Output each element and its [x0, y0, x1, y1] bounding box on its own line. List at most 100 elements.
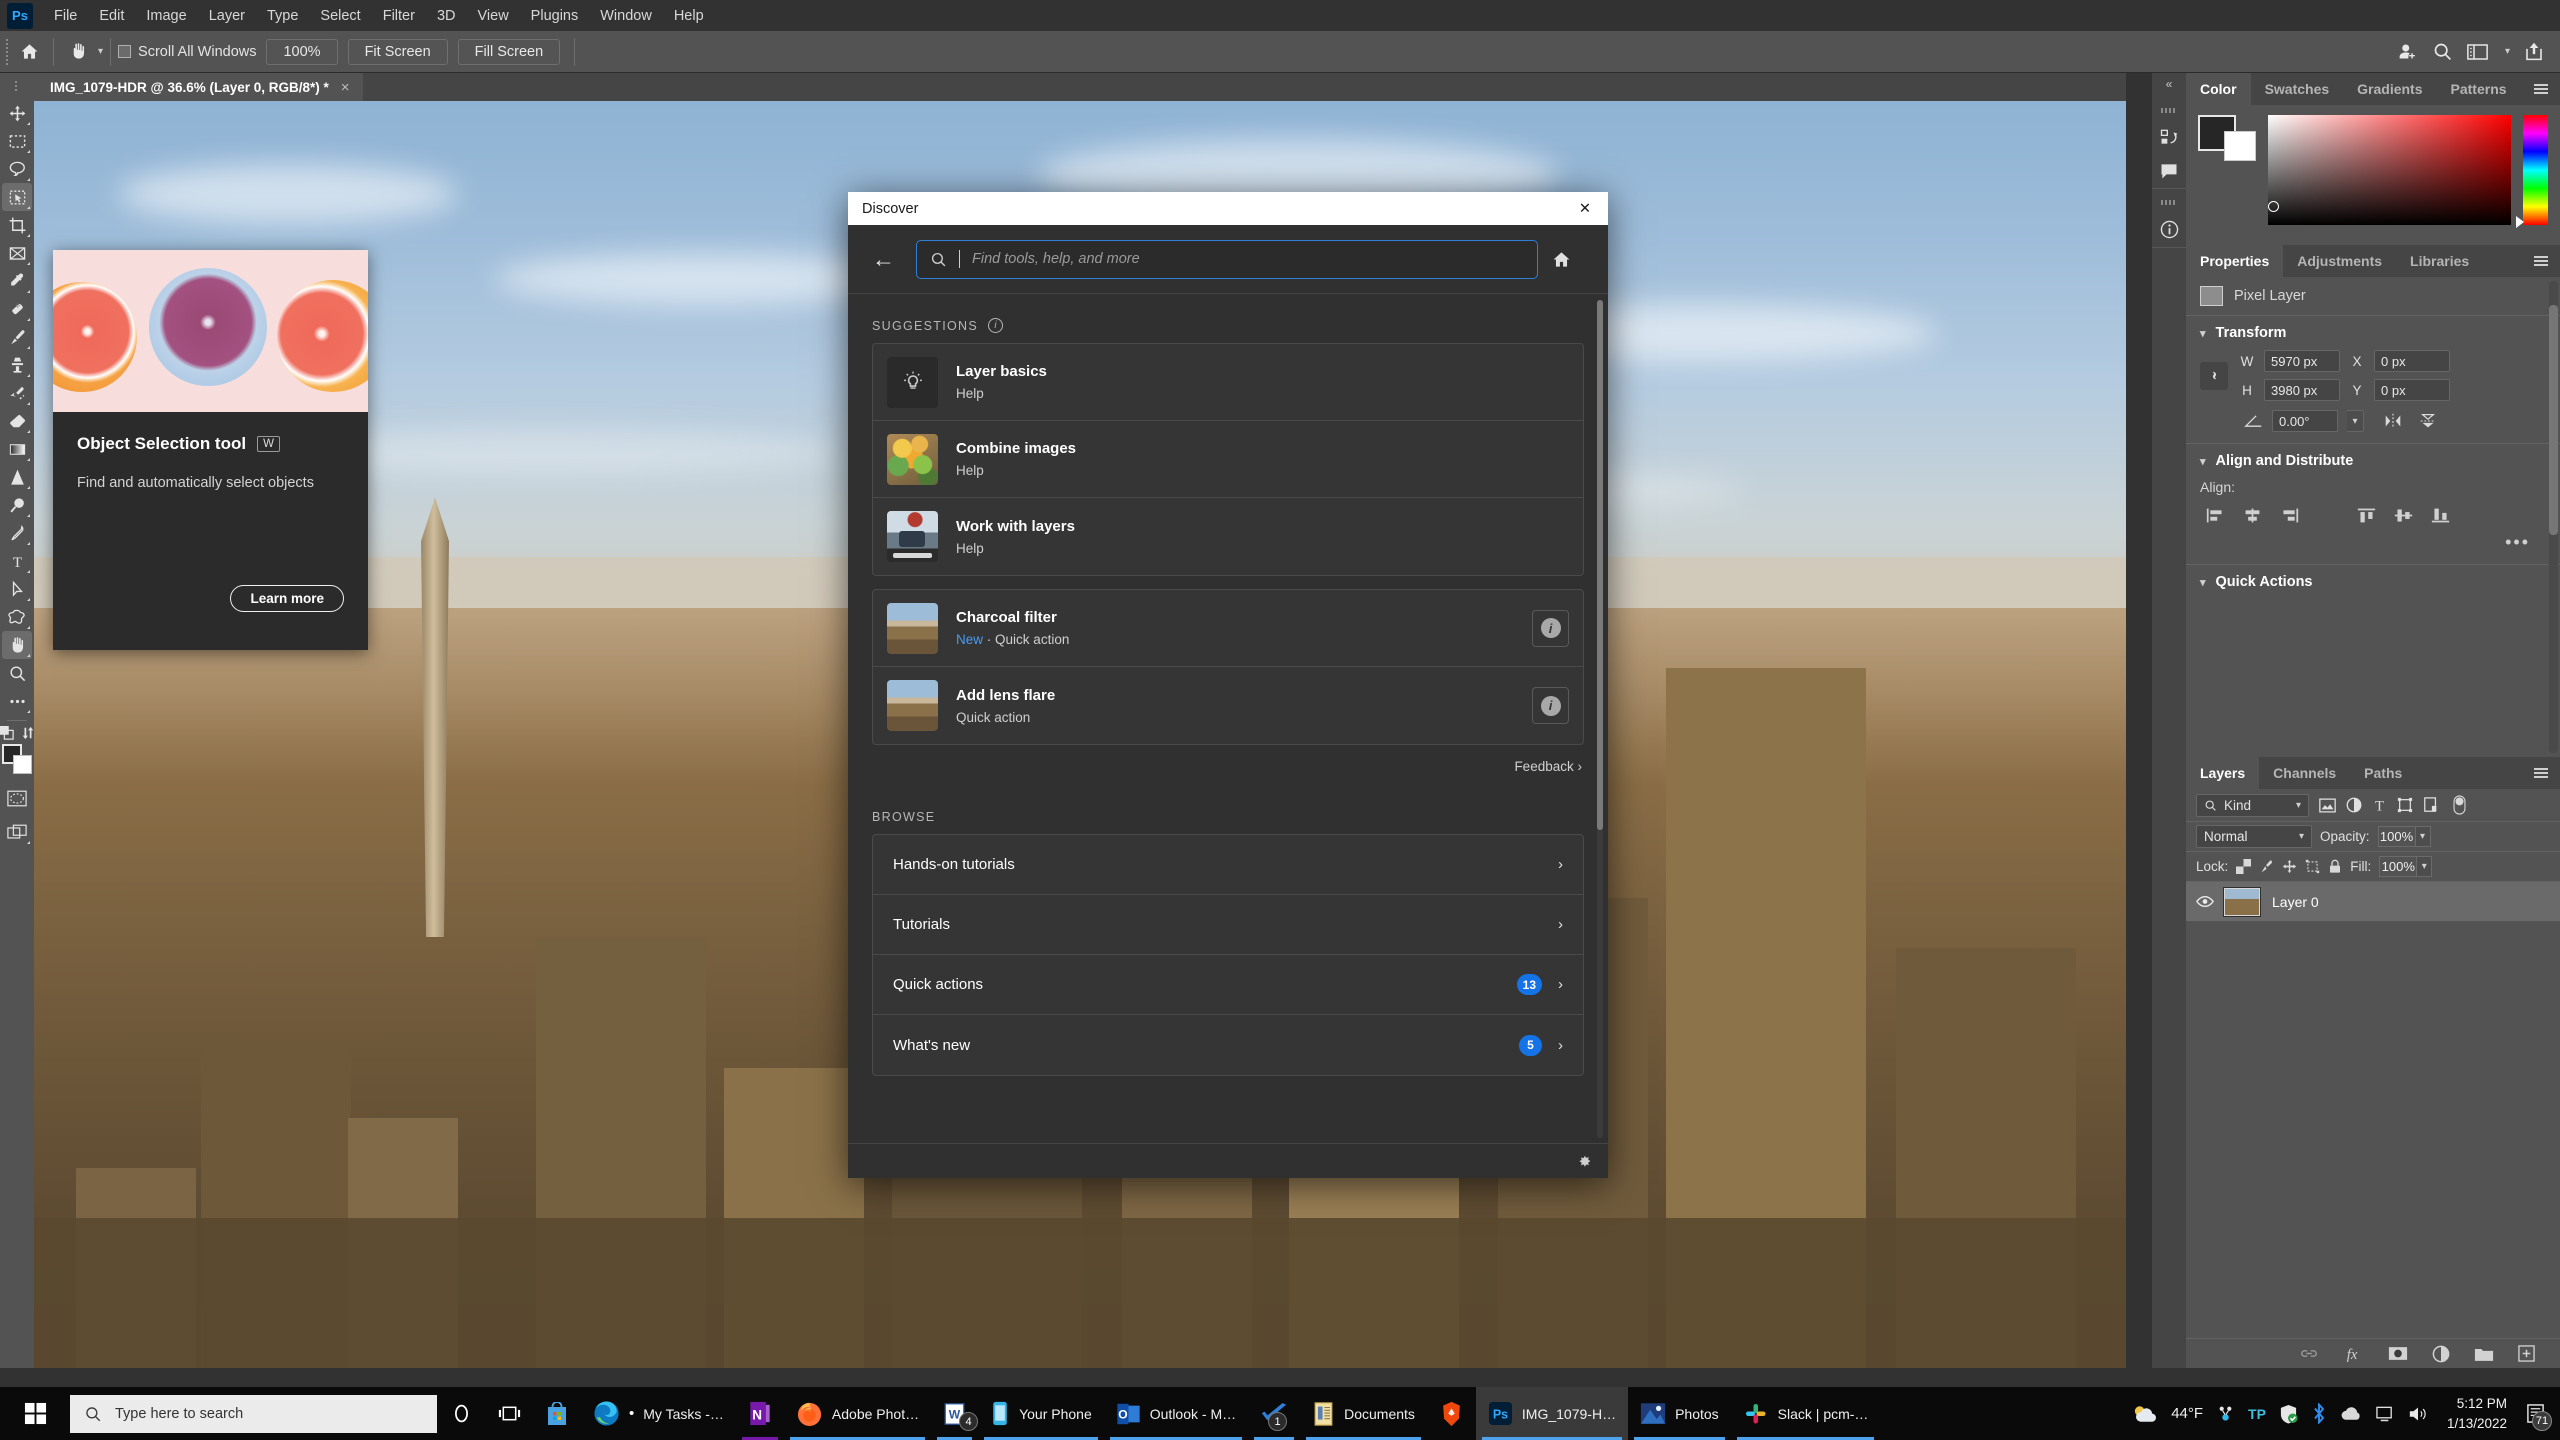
angle-chevron-down-icon[interactable]: ▾ — [2347, 410, 2364, 432]
align-left-icon[interactable] — [2206, 507, 2225, 524]
cortana-icon[interactable] — [437, 1387, 485, 1440]
background-color-swatch[interactable] — [13, 755, 32, 774]
taskbar-app-word[interactable]: W 4 — [931, 1387, 978, 1440]
rectangular-marquee-tool[interactable] — [2, 127, 32, 155]
back-arrow-icon[interactable]: ← — [872, 246, 916, 273]
tab-patterns[interactable]: Patterns — [2437, 73, 2521, 105]
menu-select[interactable]: Select — [309, 4, 371, 28]
browse-item-tutorials[interactable]: Tutorials › — [873, 895, 1583, 955]
quick-mask-icon[interactable] — [2, 784, 32, 812]
menu-view[interactable]: View — [467, 4, 520, 28]
taskbar-app-photoshop[interactable]: Ps IMG_1079-H… — [1476, 1387, 1628, 1440]
align-title-row[interactable]: ▾ Align and Distribute — [2200, 453, 2546, 469]
panel-menu-icon[interactable] — [2534, 245, 2560, 277]
hue-slider[interactable] — [2523, 115, 2548, 225]
lock-image-pixels-icon[interactable] — [2259, 859, 2274, 874]
fill-screen-button[interactable]: Fill Screen — [458, 39, 561, 65]
flip-vertical-icon[interactable] — [2418, 412, 2438, 430]
layer-style-fx-icon[interactable]: fx — [2342, 1345, 2364, 1362]
rail-grip[interactable] — [2161, 200, 2177, 205]
pixel-filter-icon[interactable] — [2319, 798, 2336, 813]
tab-libraries[interactable]: Libraries — [2396, 245, 2483, 277]
taskbar-app-documents[interactable]: Documents — [1300, 1387, 1427, 1440]
menu-edit[interactable]: Edit — [88, 4, 135, 28]
scrollbar-thumb[interactable] — [2549, 305, 2558, 535]
onedrive-icon[interactable] — [2340, 1406, 2363, 1422]
menu-window[interactable]: Window — [589, 4, 663, 28]
brush-tool[interactable] — [2, 323, 32, 351]
toolbar-grip[interactable] — [13, 81, 21, 93]
align-center-horizontal-icon[interactable] — [2243, 507, 2262, 524]
taskbar-search-input[interactable]: Type here to search — [70, 1395, 437, 1433]
tab-color[interactable]: Color — [2186, 73, 2251, 105]
eraser-tool[interactable] — [2, 407, 32, 435]
chevron-down-icon[interactable]: ▾ — [2296, 800, 2301, 811]
menu-image[interactable]: Image — [135, 4, 197, 28]
filter-toggle-icon[interactable] — [2453, 795, 2466, 815]
layer-visibility-toggle[interactable] — [2186, 895, 2224, 908]
tab-gradients[interactable]: Gradients — [2343, 73, 2436, 105]
hue-slider-handle[interactable] — [2516, 216, 2524, 228]
align-bottom-icon[interactable] — [2431, 507, 2450, 524]
lock-artboard-icon[interactable] — [2305, 859, 2320, 874]
lasso-tool[interactable] — [2, 155, 32, 183]
chevron-down-icon[interactable]: ▾ — [2200, 576, 2206, 589]
task-view-icon[interactable] — [485, 1387, 533, 1440]
panel-menu-icon[interactable] — [2534, 757, 2560, 789]
taskbar-app-todoist[interactable]: 1 — [1248, 1387, 1300, 1440]
y-input[interactable]: 0 px — [2374, 379, 2450, 401]
blur-tool[interactable] — [2, 463, 32, 491]
crop-tool[interactable] — [2, 211, 32, 239]
menu-plugins[interactable]: Plugins — [520, 4, 590, 28]
custom-shape-tool[interactable] — [2, 603, 32, 631]
width-input[interactable]: 5970 px — [2264, 350, 2340, 372]
info-icon[interactable]: i — [988, 318, 1003, 333]
browse-item-whats-new[interactable]: What's new 5 › — [873, 1015, 1583, 1075]
security-icon[interactable] — [2279, 1404, 2298, 1424]
height-input[interactable]: 3980 px — [2264, 379, 2340, 401]
object-selection-tool[interactable] — [2, 183, 32, 211]
tab-channels[interactable]: Channels — [2259, 757, 2350, 789]
chevron-down-icon[interactable]: ▾ — [2200, 455, 2206, 468]
workspace-icon[interactable] — [2467, 43, 2488, 61]
new-layer-icon[interactable] — [2518, 1345, 2535, 1362]
network-share-icon[interactable] — [2216, 1404, 2235, 1423]
search-input[interactable]: Find tools, help, and more — [916, 240, 1538, 279]
tab-swatches[interactable]: Swatches — [2251, 73, 2344, 105]
color-picker-handle[interactable] — [2268, 201, 2279, 212]
fill-control[interactable]: 100% ▾ — [2379, 856, 2432, 877]
taskbar-app-onenote[interactable]: N — [736, 1387, 784, 1440]
chevron-down-icon[interactable]: ▾ — [2200, 327, 2206, 340]
search-icon[interactable] — [2432, 41, 2453, 62]
opacity-control[interactable]: 100% ▾ — [2378, 826, 2431, 847]
path-selection-tool[interactable] — [2, 575, 32, 603]
menu-filter[interactable]: Filter — [372, 4, 426, 28]
scrollbar-thumb[interactable] — [1597, 300, 1603, 830]
zoom-100-button[interactable]: 100% — [266, 39, 337, 65]
tab-adjustments[interactable]: Adjustments — [2283, 245, 2396, 277]
lock-transparent-pixels-icon[interactable] — [2236, 859, 2251, 874]
share-icon[interactable] — [2524, 41, 2544, 62]
align-center-vertical-icon[interactable] — [2394, 507, 2413, 524]
history-icon[interactable] — [2159, 127, 2179, 147]
taskbar-app-photos[interactable]: Photos — [1628, 1387, 1731, 1440]
info-button[interactable]: i — [1532, 687, 1569, 724]
new-group-icon[interactable] — [2474, 1346, 2494, 1362]
smart-object-filter-icon[interactable] — [2423, 797, 2439, 813]
browse-item-quick-actions[interactable]: Quick actions 13 › — [873, 955, 1583, 1015]
learn-more-button[interactable]: Learn more — [230, 585, 344, 612]
menu-help[interactable]: Help — [663, 4, 715, 28]
menu-file[interactable]: File — [43, 4, 88, 28]
browse-item-hands-on-tutorials[interactable]: Hands-on tutorials › — [873, 835, 1583, 895]
menu-layer[interactable]: Layer — [198, 4, 256, 28]
scroll-all-windows-checkbox[interactable]: Scroll All Windows — [118, 44, 256, 60]
taskbar-app-brave[interactable] — [1427, 1387, 1476, 1440]
taskbar-app-edge[interactable]: • My Tasks -… — [581, 1387, 736, 1440]
lock-position-icon[interactable] — [2282, 859, 2297, 874]
history-brush-tool[interactable] — [2, 379, 32, 407]
menu-3d[interactable]: 3D — [426, 4, 467, 28]
layer-row[interactable]: Layer 0 — [2186, 881, 2560, 921]
tab-properties[interactable]: Properties — [2186, 245, 2283, 277]
angle-input[interactable]: 0.00° — [2272, 410, 2338, 432]
close-icon[interactable]: ✕ — [1572, 201, 1598, 217]
